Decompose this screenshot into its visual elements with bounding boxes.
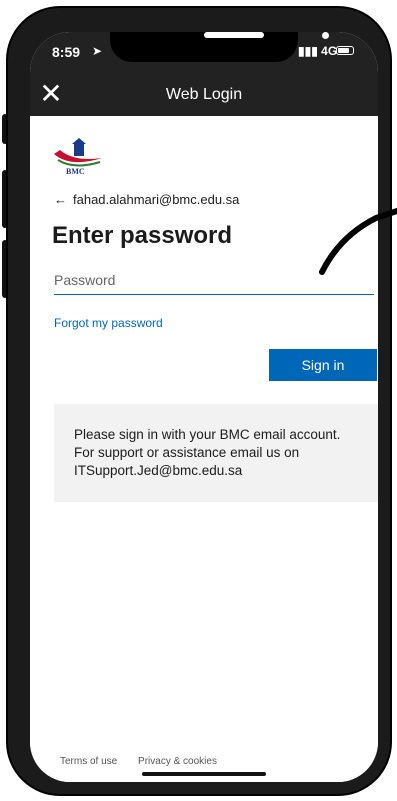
hand-drawn-stroke (319, 207, 397, 275)
stroke-path (319, 207, 397, 275)
